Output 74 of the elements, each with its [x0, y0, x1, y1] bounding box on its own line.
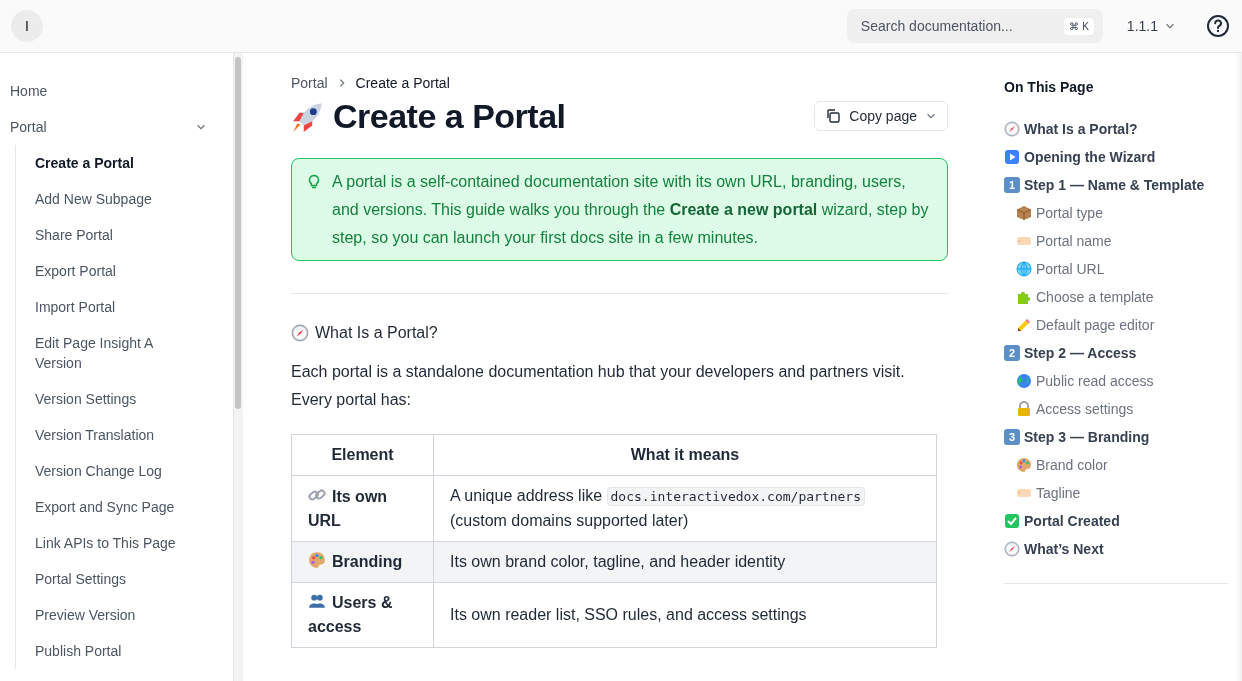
toc-link[interactable]: Step 2 — Access — [1024, 339, 1137, 367]
page-title: Create a Portal — [333, 97, 566, 136]
toc-link[interactable]: What Is a Portal? — [1024, 115, 1138, 143]
column-header: What it means — [433, 434, 937, 476]
sidebar-item[interactable]: Edit Page Insight A Version — [35, 325, 185, 381]
sidebar-item[interactable]: Export and Sync Page — [35, 489, 185, 525]
pencil-icon — [1016, 317, 1032, 333]
help-icon[interactable] — [1206, 14, 1230, 38]
toc-link[interactable]: Tagline — [1036, 479, 1081, 507]
lightbulb-icon — [306, 174, 322, 190]
number-badge: 3 — [1004, 429, 1020, 445]
check-icon — [1004, 513, 1020, 529]
table-cell: Its own reader list, SSO rules, and access settings — [433, 582, 937, 648]
toc-link[interactable]: Choose a template — [1036, 283, 1154, 311]
table-cell: A unique address like docs.interactivedox.com/partners (custom domains supported later) — [433, 475, 937, 542]
toc-title: On This Page — [1004, 79, 1095, 95]
toc-link[interactable]: Portal name — [1036, 227, 1112, 255]
play-icon — [1004, 149, 1020, 165]
compass-icon — [1004, 541, 1020, 557]
sidebar-item[interactable]: Add New Subpage — [35, 181, 185, 217]
column-header: Element — [291, 434, 434, 476]
toc-link[interactable]: Portal type — [1036, 199, 1103, 227]
lock-icon — [1016, 401, 1032, 417]
number-badge: 2 — [1004, 345, 1020, 361]
earth-icon — [1016, 373, 1032, 389]
sidebar-item[interactable]: Portal Settings — [35, 561, 185, 597]
sidebar-item[interactable]: Share Portal — [35, 217, 185, 253]
people-icon — [308, 592, 326, 610]
avatar[interactable]: I — [11, 10, 43, 42]
table-cell: Its own URL — [291, 475, 434, 542]
sidebar-item[interactable]: Version Translation — [35, 417, 185, 453]
box-icon — [1016, 205, 1032, 221]
sidebar-item[interactable]: Publish Portal — [35, 633, 185, 669]
sidebar-item[interactable]: Home — [0, 73, 233, 109]
table-cell: Its own brand color, tagline, and header identity — [433, 541, 937, 583]
palette-icon — [1016, 457, 1032, 473]
paragraph: Each portal is a standalone documentation hub that your developers and partners visit. Every portal has: — [291, 362, 906, 410]
sidebar-item[interactable]: Import Portal — [35, 289, 185, 325]
toc-link[interactable]: Portal Created — [1024, 507, 1120, 535]
callout-text: A portal is a self-contained documentation site with its own URL, branding, users, and versions. This guide walks you through the Create a new portal wizard, step by step, so you can launch your first docs site in a few minutes. — [332, 172, 930, 248]
sidebar-item[interactable]: Version Settings — [35, 381, 185, 417]
toc-link[interactable]: Public read access — [1036, 367, 1154, 395]
table-cell: Users & access — [291, 582, 434, 648]
sidebar-item[interactable]: Version Change Log — [35, 453, 185, 489]
version-dropdown[interactable]: 1.1.1 — [1126, 14, 1176, 38]
toc-link[interactable]: What’s Next — [1024, 535, 1104, 563]
toc-link[interactable]: Step 3 — Branding — [1024, 423, 1150, 451]
search-input[interactable]: Search documentation... — [858, 17, 1059, 35]
breadcrumb-item[interactable]: Portal — [291, 75, 328, 91]
toc-link[interactable]: Portal URL — [1036, 255, 1105, 283]
toc-link[interactable]: Step 1 — Name & Template — [1024, 171, 1205, 199]
sidebar-item[interactable]: Create a Portal — [35, 145, 185, 181]
palette-icon — [308, 551, 326, 569]
table-cell: Branding — [291, 541, 434, 583]
copy-page-button[interactable]: Copy page — [814, 101, 948, 131]
breadcrumb-item: Create a Portal — [355, 75, 450, 91]
sidebar-item[interactable]: Link APIs to This Page — [35, 525, 185, 561]
search-field[interactable]: Search documentation... ⌘ K — [846, 9, 1103, 43]
globe-icon — [1016, 261, 1032, 277]
copy-icon — [825, 108, 842, 124]
toc-link[interactable]: Default page editor — [1036, 311, 1155, 339]
sidebar-item[interactable]: Export Portal — [35, 253, 185, 289]
sidebar-item[interactable]: Preview Version — [35, 597, 185, 633]
shortcut-hint: ⌘ K — [1064, 17, 1094, 35]
scrollbar[interactable] — [233, 53, 243, 681]
toc-link[interactable]: Opening the Wizard — [1024, 143, 1156, 171]
sidebar-item[interactable]: Portal — [0, 109, 233, 145]
section-heading: What Is a Portal? — [315, 324, 438, 342]
compass-icon — [291, 324, 309, 342]
compass-icon — [1004, 121, 1020, 137]
number-badge: 1 — [1004, 177, 1020, 193]
toc-link[interactable]: Brand color — [1036, 451, 1108, 479]
toc-link[interactable]: Access settings — [1036, 395, 1134, 423]
puzzle-icon — [1016, 289, 1032, 305]
